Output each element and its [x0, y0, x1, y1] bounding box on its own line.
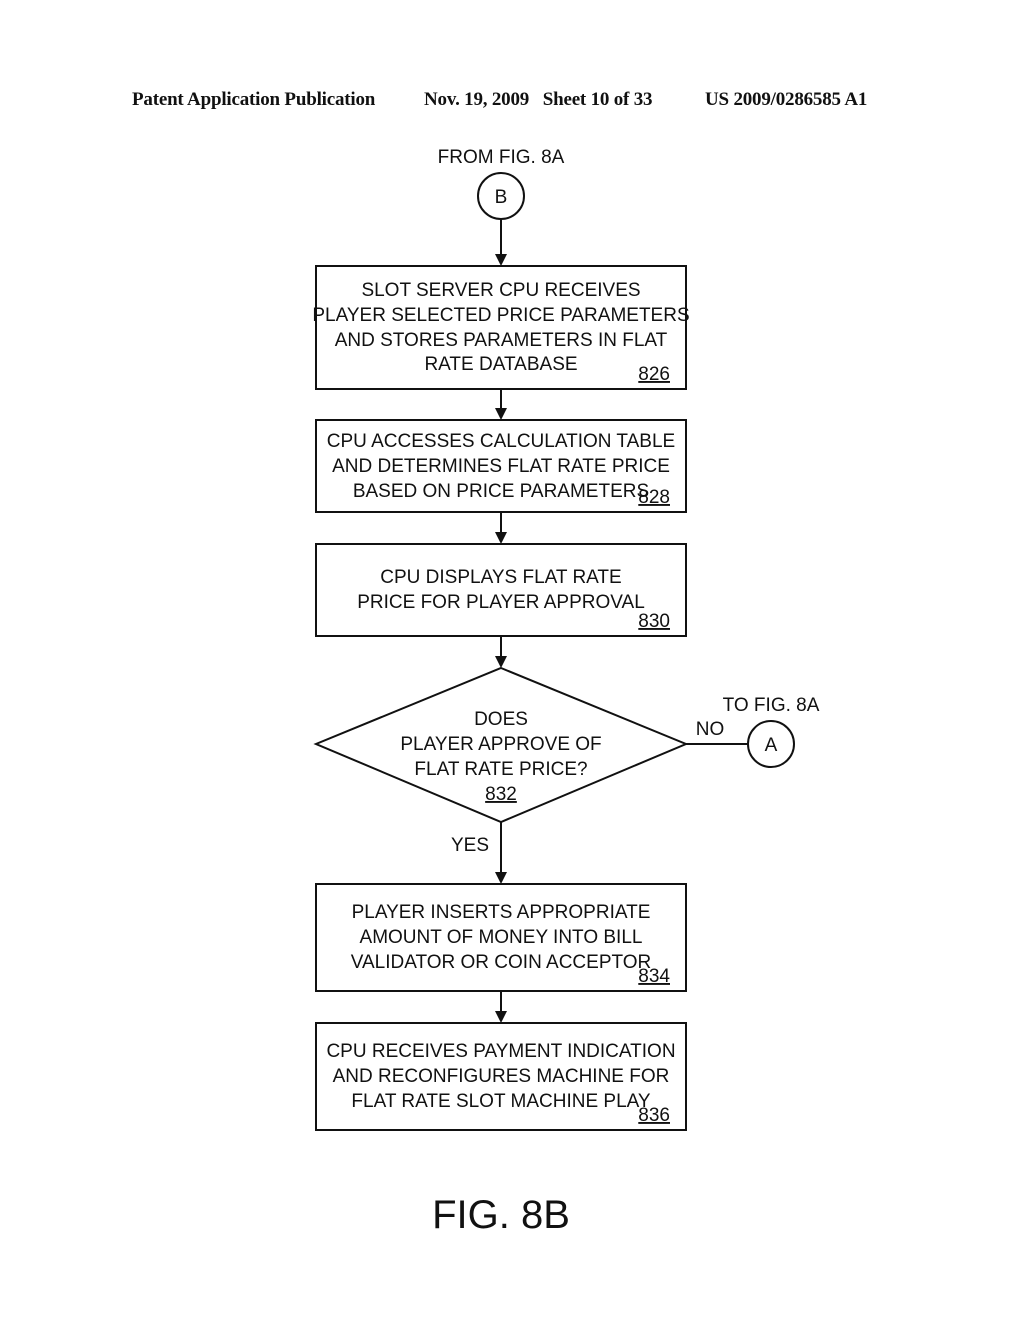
step-text-line: PRICE FOR PLAYER APPROVAL [357, 592, 645, 613]
step-text-line: CPU DISPLAYS FLAT RATE [380, 567, 621, 588]
decision-text-line: PLAYER APPROVE OF [400, 734, 601, 755]
step-ref-number: 826 [638, 364, 670, 385]
step-text-line: BASED ON PRICE PARAMETERS [353, 481, 649, 502]
step-ref-number: 836 [638, 1105, 670, 1126]
arrowhead [495, 408, 507, 420]
decision-832: DOES PLAYER APPROVE OF FLAT RATE PRICE? … [313, 666, 689, 824]
decision-text-line: DOES [474, 709, 528, 730]
step-ref-number: 834 [638, 966, 670, 987]
exit-connector-caption: TO FIG. 8A [723, 695, 820, 716]
arrowhead [495, 254, 507, 266]
process-step-836: CPU RECEIVES PAYMENT INDICATION AND RECO… [315, 1022, 687, 1131]
process-step-834: PLAYER INSERTS APPROPRIATE AMOUNT OF MON… [315, 883, 687, 992]
yes-label: YES [451, 835, 489, 856]
process-step-830: CPU DISPLAYS FLAT RATE PRICE FOR PLAYER … [315, 543, 687, 637]
process-step-828: CPU ACCESSES CALCULATION TABLE AND DETER… [315, 419, 687, 513]
exit-connector-label: A [765, 735, 778, 756]
step-text-line: CPU RECEIVES PAYMENT INDICATION [326, 1041, 675, 1062]
step-text-line: RATE DATABASE [424, 354, 577, 375]
step-text-line: AND RECONFIGURES MACHINE FOR [333, 1066, 670, 1087]
step-text-line: AMOUNT OF MONEY INTO BILL [360, 927, 643, 948]
step-text-line: FLAT RATE SLOT MACHINE PLAY [351, 1091, 650, 1112]
entry-connector-label: B [495, 187, 508, 208]
figure-label: FIG. 8B [432, 1193, 570, 1237]
step-text-line: PLAYER INSERTS APPROPRIATE [352, 902, 651, 923]
step-text-line: AND STORES PARAMETERS IN FLAT [335, 330, 668, 351]
decision-ref-number: 832 [485, 784, 517, 805]
decision-text-line: FLAT RATE PRICE? [414, 759, 587, 780]
step-ref-number: 828 [638, 487, 670, 508]
flowchart: FROM FIG. 8A B SLOT SERVER CPU RECEIVES … [312, 147, 820, 1237]
step-text-line: SLOT SERVER CPU RECEIVES [361, 280, 640, 301]
arrowhead [495, 656, 507, 668]
no-label: NO [696, 719, 725, 740]
step-text-line: VALIDATOR OR COIN ACCEPTOR [351, 952, 652, 973]
arrowhead [495, 872, 507, 884]
arrowhead [495, 532, 507, 544]
process-step-826: SLOT SERVER CPU RECEIVES PLAYER SELECTED… [312, 265, 690, 390]
entry-connector-caption: FROM FIG. 8A [438, 147, 565, 168]
arrowhead [495, 1011, 507, 1023]
step-text-line: AND DETERMINES FLAT RATE PRICE [332, 456, 670, 477]
step-text-line: CPU ACCESSES CALCULATION TABLE [327, 431, 675, 452]
step-ref-number: 830 [638, 611, 670, 632]
step-text-line: PLAYER SELECTED PRICE PARAMETERS [312, 305, 689, 326]
